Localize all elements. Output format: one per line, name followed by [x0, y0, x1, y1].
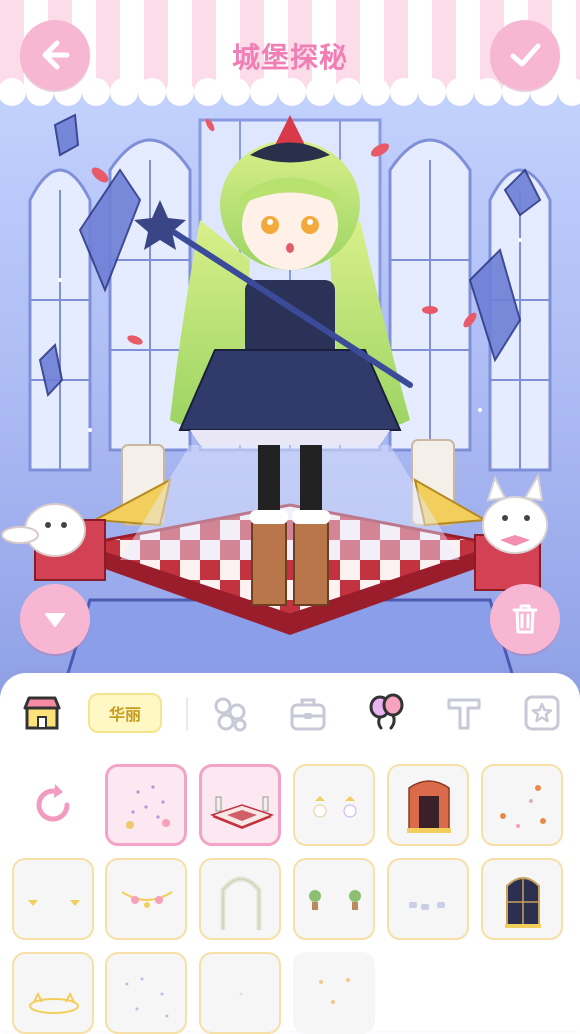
delete-button[interactable] [490, 584, 560, 654]
item-potted-trees[interactable] [293, 858, 375, 940]
sparkle-flowers-thumb [126, 785, 170, 829]
bag-icon [290, 698, 326, 731]
triangle-down-icon [45, 613, 65, 627]
flower-icon [214, 697, 247, 732]
crown-dolls-thumb [313, 796, 357, 818]
item-crown-dolls[interactable] [293, 764, 375, 846]
golden-lamps-thumb [28, 900, 80, 906]
tab-stickers[interactable] [520, 691, 564, 735]
item-sparkle-flowers[interactable] [105, 764, 187, 846]
arrow-left-icon [42, 40, 70, 70]
item-rose-arch[interactable] [199, 858, 281, 940]
wardrobe-panel: 华丽 [0, 673, 580, 1034]
balloons-icon [369, 693, 404, 730]
reset-icon [36, 784, 70, 822]
arch-thumb [220, 876, 262, 930]
stage-thumb [209, 796, 275, 829]
item-theater-curtain[interactable] [387, 764, 469, 846]
tea-cups-thumb [409, 902, 445, 910]
shop-icon [23, 696, 61, 730]
item-faint-sparkles[interactable] [199, 952, 281, 1034]
item-heart-checker-stage[interactable] [199, 764, 281, 846]
tab-divider [186, 697, 188, 731]
pink-sparkles-thumb [319, 978, 350, 1004]
item-floral-scatter[interactable] [481, 764, 563, 846]
tab-text[interactable] [442, 691, 486, 735]
collapse-panel-button[interactable] [20, 584, 90, 654]
faint-sparkles-thumb [239, 992, 243, 996]
tab-flowers[interactable] [208, 691, 252, 735]
confirm-button[interactable] [490, 20, 560, 90]
item-star-dust[interactable] [105, 952, 187, 1034]
trash-icon [512, 604, 538, 634]
curtain-thumb [407, 780, 451, 833]
item-golden-lamps[interactable] [12, 858, 94, 940]
check-icon [510, 43, 541, 67]
tab-shop[interactable] [20, 691, 64, 735]
item-golden-crown-base[interactable] [12, 952, 94, 1034]
star-box-icon [524, 695, 560, 731]
window-thumb [505, 877, 541, 928]
category-tabs: 华丽 [0, 673, 580, 757]
item-pink-sparkles[interactable] [293, 952, 375, 1034]
reset-button[interactable] [12, 764, 94, 846]
trees-thumb [309, 890, 361, 910]
tab-luxury[interactable]: 华丽 [88, 693, 162, 733]
star-dust-thumb [125, 977, 169, 1018]
crown-base-thumb [29, 991, 79, 1014]
back-button[interactable] [20, 20, 90, 90]
text-t-icon [447, 698, 481, 730]
garland-thumb [121, 891, 173, 908]
item-flower-garland[interactable] [105, 858, 187, 940]
tab-bags[interactable] [286, 691, 330, 735]
floral-scatter-thumb [500, 785, 546, 828]
tab-balloons[interactable] [364, 691, 408, 735]
item-night-window[interactable] [481, 858, 563, 940]
item-tea-cups[interactable] [387, 858, 469, 940]
